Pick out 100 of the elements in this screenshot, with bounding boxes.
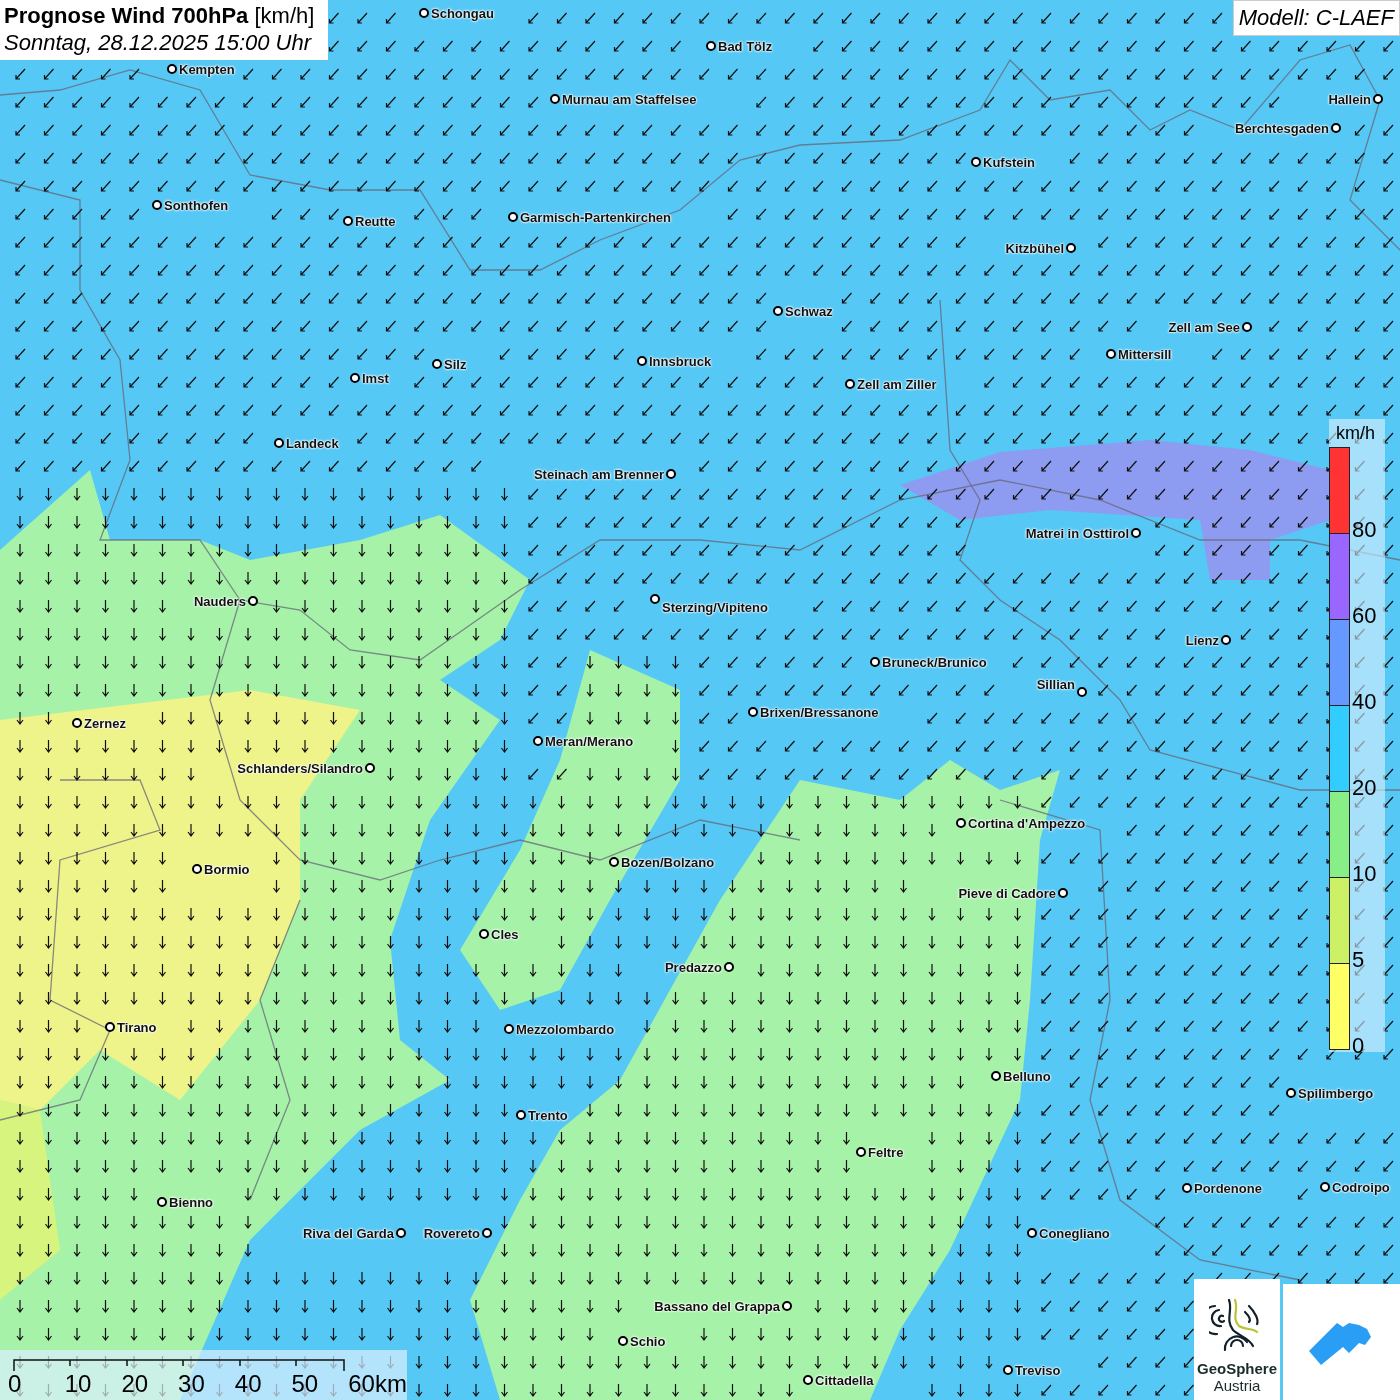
scale-label: 20: [121, 1370, 149, 1398]
city-label: Belluno: [1003, 1068, 1051, 1084]
city-marker: [637, 356, 647, 366]
city-marker: [1003, 1365, 1013, 1375]
city-label: Landeck: [286, 435, 339, 451]
city-marker: [274, 438, 284, 448]
city-marker: [192, 864, 202, 874]
city-label: Mittersill: [1118, 346, 1172, 362]
city-label: Mezzolombardo: [516, 1021, 615, 1037]
legend-label: 10: [1352, 861, 1377, 887]
city-marker: [1066, 243, 1076, 253]
city-label: Conegliano: [1039, 1225, 1110, 1241]
city-label: Berchtesgaden: [1235, 120, 1329, 136]
city-marker: [609, 857, 619, 867]
city-marker: [550, 94, 560, 104]
city-marker: [152, 200, 162, 210]
city-marker: [748, 707, 758, 717]
city-label: Schlanders/Silandro: [237, 760, 363, 776]
city-marker: [971, 157, 981, 167]
city-label: Riva del Garda: [302, 1225, 394, 1241]
city-label: Bozen/Bolzano: [621, 854, 715, 870]
legend-label: 60: [1352, 603, 1377, 629]
city-label: Cortina d'Ampezzo: [968, 815, 1086, 831]
city-label: Brixen/Bressanone: [760, 704, 879, 720]
city-label: Meran/Merano: [545, 733, 634, 749]
city-label: Bad Tölz: [718, 38, 773, 54]
city-marker: [1373, 94, 1383, 104]
city-label: Hallein: [1328, 91, 1371, 107]
city-marker: [1131, 528, 1141, 538]
logo-subtext: Austria: [1213, 1377, 1261, 1394]
city-label: Kempten: [179, 61, 235, 77]
city-marker: [666, 469, 676, 479]
city-label: Bienno: [169, 1194, 214, 1210]
forecast-time: Sonntag, 28.12.2025 15:00 Uhr: [4, 30, 313, 56]
city-marker: [856, 1147, 866, 1157]
legend-label: 5: [1352, 947, 1365, 973]
city-marker: [516, 1110, 526, 1120]
city-label: Spilimbergo: [1298, 1085, 1374, 1101]
city-label: Cittadella: [815, 1372, 874, 1388]
legend-label: 80: [1352, 517, 1377, 543]
city-marker: [1242, 322, 1252, 332]
city-marker: [870, 657, 880, 667]
city-marker: [650, 594, 660, 604]
city-label: Trento: [528, 1107, 568, 1123]
scale-bar-icon: [13, 1358, 345, 1372]
city-label: Zernez: [84, 715, 126, 731]
city-label: Pordenone: [1194, 1180, 1262, 1196]
city-label: Pieve di Cadore: [958, 885, 1056, 901]
city-label: Imst: [362, 370, 389, 386]
city-label: Lienz: [1185, 632, 1219, 648]
logo-text: GeoSphere: [1197, 1360, 1277, 1377]
city-label: Bormio: [204, 861, 250, 877]
city-label: Feltre: [868, 1144, 904, 1160]
city-label: Tirano: [117, 1019, 157, 1035]
city-label: Codroipo: [1332, 1179, 1390, 1195]
city-label: Silz: [444, 356, 467, 372]
city-marker: [419, 8, 429, 18]
city-marker: [479, 929, 489, 939]
city-marker: [105, 1022, 115, 1032]
city-marker: [1106, 349, 1116, 359]
city-label: Matrei in Osttirol: [1025, 525, 1129, 541]
scale-label: 60km: [348, 1370, 407, 1398]
model-label: Modell: C-LAEF: [1232, 0, 1400, 36]
city-marker: [508, 212, 518, 222]
city-label: Rovereto: [423, 1225, 480, 1241]
legend-label: 0: [1352, 1033, 1365, 1059]
city-label: Murnau am Staffelsee: [562, 91, 697, 107]
city-marker: [991, 1071, 1001, 1081]
city-marker: [956, 818, 966, 828]
city-marker: [533, 736, 543, 746]
city-label: Sterzing/Vipiteno: [662, 599, 768, 615]
city-marker: [1331, 123, 1341, 133]
city-label: Sillian: [1036, 676, 1075, 692]
city-marker: [782, 1301, 792, 1311]
city-label: Schwaz: [785, 303, 833, 319]
legend-label: 40: [1352, 689, 1377, 715]
city-marker: [1182, 1183, 1192, 1193]
city-marker: [1077, 687, 1087, 697]
city-marker: [1027, 1228, 1037, 1238]
city-label: Nauders: [193, 593, 246, 609]
city-label: Steinach am Brenner: [533, 466, 664, 482]
city-marker: [845, 379, 855, 389]
city-label: Sonthofen: [164, 197, 229, 213]
city-marker: [724, 962, 734, 972]
city-label: Bassano del Grappa: [654, 1298, 780, 1314]
map-title: Prognose Wind 700hPa [km/h]: [4, 3, 315, 29]
city-label: Zell am See: [1168, 319, 1240, 335]
scale-label: 30: [178, 1370, 205, 1398]
legend-label: 20: [1352, 775, 1377, 801]
city-label: Treviso: [1015, 1362, 1061, 1378]
legend-unit: km/h: [1336, 423, 1375, 444]
city-marker: [396, 1228, 406, 1238]
city-marker: [72, 718, 82, 728]
city-label: Innsbruck: [649, 353, 712, 369]
scale-label: 10: [64, 1370, 92, 1398]
city-marker: [773, 306, 783, 316]
city-marker: [167, 64, 177, 74]
city-label: Kufstein: [983, 154, 1035, 170]
city-label: Cles: [491, 926, 519, 942]
city-marker: [706, 41, 716, 51]
